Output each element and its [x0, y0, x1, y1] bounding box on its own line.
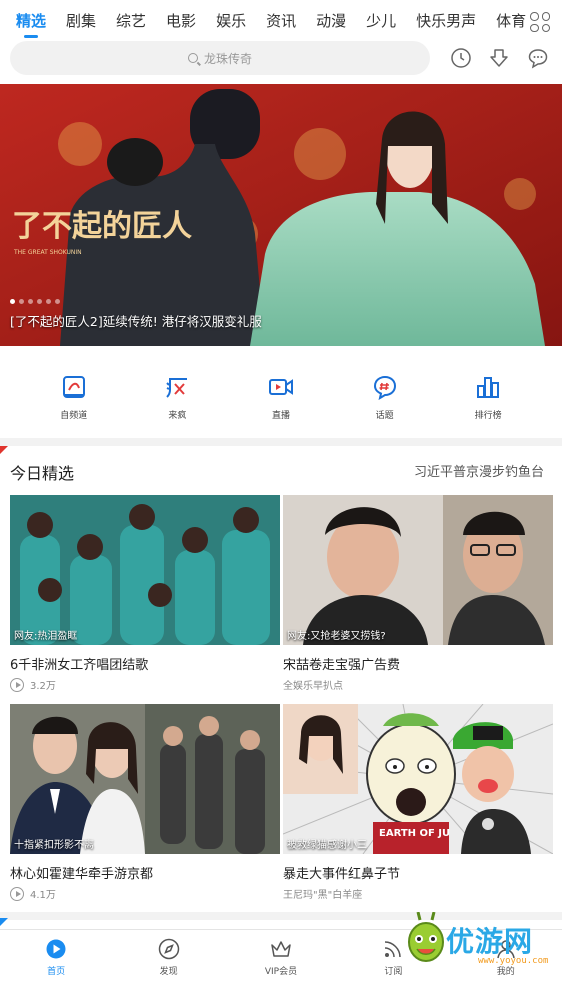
- tab-featured[interactable]: 精选: [16, 10, 46, 38]
- nav-label: VIP会员: [264, 967, 298, 977]
- video-title[interactable]: 宋喆卷走宝强广告费: [283, 654, 553, 673]
- search-input[interactable]: 龙珠传奇: [10, 41, 430, 75]
- quick-label: 直播: [271, 411, 290, 421]
- thumbnail-image: [10, 495, 280, 645]
- play-count-icon: [10, 677, 24, 692]
- section-divider: [0, 438, 562, 446]
- app-screen: 精选 剧集 综艺 电影 娱乐 资讯 动漫 少儿 快乐男声 体育 龙珠传奇 了不起…: [0, 0, 562, 981]
- live-camera-icon: [268, 379, 293, 395]
- search-placeholder: 龙珠传奇: [203, 51, 252, 66]
- quick-self-channel[interactable]: 自频道: [42, 346, 106, 438]
- tab-happy-boys[interactable]: 快乐男声: [416, 10, 476, 31]
- quick-label: 来疯: [168, 411, 187, 421]
- video-thumbnail[interactable]: 网友:又抢老婆又捞钱?: [283, 495, 553, 645]
- self-channel-icon: [62, 376, 85, 398]
- section-more-link[interactable]: 习近平普京漫步钓鱼台: [414, 461, 544, 480]
- message-icon[interactable]: [527, 47, 549, 69]
- category-tabs: 精选 剧集 综艺 电影 娱乐 资讯 动漫 少儿 快乐男声 体育: [0, 0, 562, 40]
- video-source: 全娱乐早扒点: [283, 681, 343, 692]
- video-title[interactable]: 暴走大事件红鼻子节: [283, 863, 553, 882]
- rss-icon: [385, 941, 402, 958]
- quick-nav: 自频道 来疯 直播 话题 排行榜: [0, 346, 562, 438]
- video-title[interactable]: 6千非洲女工齐唱团结歌: [10, 654, 280, 673]
- watermark-text: 优游网: [446, 925, 534, 958]
- laifeng-icon: [166, 378, 188, 398]
- play-count-icon: [10, 886, 24, 901]
- quick-live[interactable]: 直播: [249, 346, 313, 438]
- video-card[interactable]: 十指紧扣形影不离 林心如霍建华牵手游京都 4.1万: [10, 704, 280, 901]
- video-thumbnail[interactable]: EARTH OF JU 被救绿猫感谢小三: [283, 704, 553, 854]
- banner-caption: [了不起的匠人2]延续传统! 港仔将汉服变礼服: [10, 314, 262, 329]
- quick-label: 话题: [375, 411, 394, 421]
- video-meta: 全娱乐早扒点: [283, 677, 553, 692]
- section-corner-mark: [0, 918, 8, 926]
- video-meta: 王尼玛"黑"白羊座: [283, 886, 553, 901]
- shirt-text: EARTH OF JU: [379, 828, 450, 839]
- nav-label: 首页: [47, 967, 66, 977]
- quick-topics[interactable]: 话题: [353, 346, 417, 438]
- thumbnail-image: EARTH OF JU: [283, 704, 553, 854]
- search-icon: [187, 53, 198, 63]
- video-title[interactable]: 林心如霍建华牵手游京都: [10, 863, 280, 882]
- video-source: 王尼玛"黑"白羊座: [283, 890, 363, 901]
- nav-home[interactable]: 首页: [16, 930, 96, 981]
- banner-logo-text: 了不起的匠人: [12, 209, 192, 244]
- thumbnail-tag: 网友:热泪盈眶: [14, 631, 78, 642]
- crown-icon: [271, 941, 291, 957]
- quick-laifeng[interactable]: 来疯: [145, 346, 209, 438]
- nav-vip[interactable]: VIP会员: [241, 930, 321, 981]
- video-meta: 3.2万: [10, 677, 280, 692]
- video-meta: 4.1万: [10, 886, 280, 901]
- video-card[interactable]: 网友:热泪盈眶 6千非洲女工齐唱团结歌 3.2万: [10, 495, 280, 692]
- topic-hashtag-icon: [373, 375, 396, 400]
- thumbnail-image: [10, 704, 280, 854]
- home-play-icon: [46, 939, 66, 959]
- tab-sports[interactable]: 体育: [496, 10, 526, 31]
- download-icon[interactable]: [488, 47, 510, 69]
- nav-label: 订阅: [384, 967, 403, 977]
- thumbnail-tag: 网友:又抢老婆又捞钱?: [287, 631, 386, 642]
- video-card[interactable]: EARTH OF JU 被救绿猫感谢小三 暴走大事件红鼻子节 王尼玛"黑"白羊座: [283, 704, 553, 901]
- tab-entertainment[interactable]: 娱乐: [216, 10, 246, 31]
- tab-variety[interactable]: 综艺: [116, 10, 146, 31]
- compass-icon: [158, 938, 179, 960]
- thumbnail-tag: 被救绿猫感谢小三: [287, 840, 367, 851]
- quick-label: 自频道: [60, 411, 88, 421]
- history-icon[interactable]: [450, 47, 472, 69]
- quick-ranking[interactable]: 排行榜: [456, 346, 520, 438]
- banner-logo-sub: THE GREAT SHOKUNIN: [13, 249, 82, 256]
- section-header: 今日精选 习近平普京漫步钓鱼台: [0, 456, 562, 486]
- watermark-url: www.yoyou.com: [478, 956, 549, 966]
- ranking-chart-icon: [477, 377, 500, 398]
- hero-banner[interactable]: 了不起的匠人 THE GREAT SHOKUNIN [了不起的匠人2]延续传统!…: [0, 84, 562, 346]
- mascot-logo-icon: [408, 912, 444, 962]
- search-row: 龙珠传奇: [0, 41, 562, 77]
- play-count: 4.1万: [30, 890, 56, 901]
- section-title: 今日精选: [10, 464, 75, 483]
- site-watermark: 优游网 www.yoyou.com: [406, 910, 556, 972]
- video-thumbnail[interactable]: 网友:热泪盈眶: [10, 495, 280, 645]
- thumbnail-image: [283, 495, 553, 645]
- tab-news[interactable]: 资讯: [266, 10, 296, 31]
- play-count: 3.2万: [30, 681, 56, 692]
- quick-label: 排行榜: [474, 411, 502, 421]
- all-channels-icon[interactable]: [530, 12, 550, 32]
- thumbnail-tag: 十指紧扣形影不离: [14, 840, 94, 851]
- banner-image: 了不起的匠人 THE GREAT SHOKUNIN: [0, 84, 562, 346]
- video-thumbnail[interactable]: 十指紧扣形影不离: [10, 704, 280, 854]
- tab-anime[interactable]: 动漫: [316, 10, 346, 31]
- nav-label: 发现: [159, 967, 178, 977]
- section-corner-mark: [0, 446, 8, 454]
- tab-movies[interactable]: 电影: [166, 10, 196, 31]
- tab-series[interactable]: 剧集: [66, 10, 96, 31]
- tab-kids[interactable]: 少儿: [366, 10, 396, 31]
- carousel-dots: [10, 299, 60, 304]
- video-card[interactable]: 网友:又抢老婆又捞钱? 宋喆卷走宝强广告费 全娱乐早扒点: [283, 495, 553, 692]
- nav-discover[interactable]: 发现: [129, 930, 209, 981]
